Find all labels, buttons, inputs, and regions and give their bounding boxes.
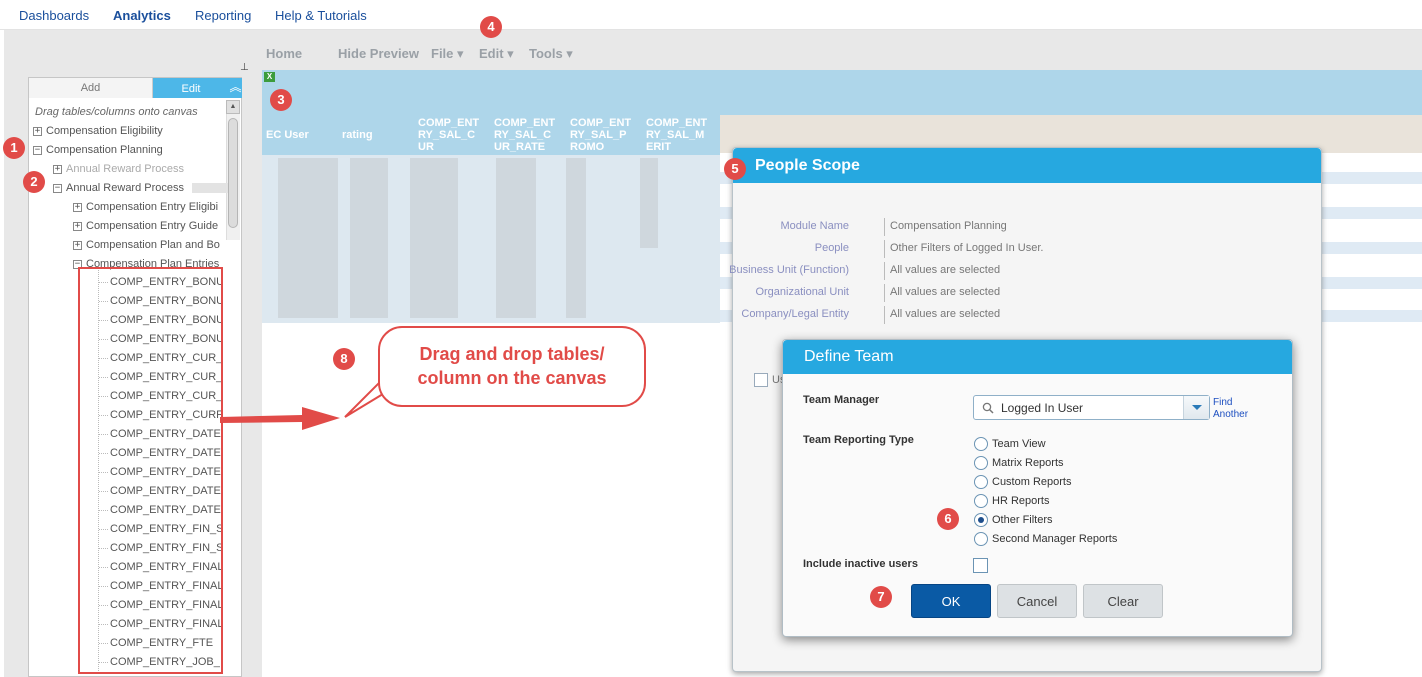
tree-item-compensation-entry-eligibility[interactable]: + Compensation Entry Eligibi (73, 201, 218, 213)
grid-header-rating[interactable]: rating (342, 115, 373, 155)
blurred-data (566, 158, 586, 318)
nav-dashboards[interactable]: Dashboards (19, 8, 89, 23)
toolbar-hide-preview[interactable]: Hide Preview (338, 46, 419, 61)
nav-help-tutorials[interactable]: Help & Tutorials (275, 8, 367, 23)
radio-matrix-reports[interactable] (974, 456, 988, 470)
expand-icon[interactable]: + (73, 240, 82, 250)
badge-6: 6 (937, 508, 959, 530)
toolbar-file-menu[interactable]: File ▾ (431, 46, 464, 62)
tree-item-compensation-entry-guide[interactable]: + Compensation Entry Guide (73, 220, 218, 232)
highlight-box (78, 267, 223, 674)
radio-label-custom-reports: Custom Reports (992, 476, 1072, 488)
ok-button[interactable]: OK (911, 584, 991, 618)
expand-icon[interactable]: + (33, 126, 42, 136)
annotation-callout: Drag and drop tables/column on the canva… (378, 326, 646, 407)
define-team-title: Define Team (783, 340, 1292, 374)
find-another-link[interactable]: Find Another (1213, 397, 1248, 421)
blurred-data (410, 158, 458, 318)
radio-other-filters[interactable] (974, 513, 988, 527)
team-reporting-type-label: Team Reporting Type (803, 434, 914, 446)
tree-item-compensation-eligibility[interactable]: + Compensation Eligibility (33, 125, 163, 137)
canvas-header-bar (262, 70, 1422, 115)
pin-icon[interactable]: ⊥ (240, 62, 249, 73)
radio-label-second-manager-reports: Second Manager Reports (992, 533, 1118, 545)
ps-row-module: Module Name Compensation Planning (733, 218, 1293, 236)
tree-group-clip: + Compensation Entry Eligibi + Compensatio… (73, 198, 223, 270)
radio-label-team-view: Team View (992, 438, 1046, 450)
dropdown-arrow-icon[interactable] (1183, 396, 1209, 419)
expand-icon[interactable]: + (73, 202, 82, 212)
badge-4: 4 (480, 16, 502, 38)
grid-header-sal-promo[interactable]: COMP_ENT RY_SAL_P ROMO (570, 115, 631, 155)
grid-header: EC User rating COMP_ENT RY_SAL_C UR COMP_E… (262, 115, 720, 155)
excel-icon[interactable]: X (264, 72, 275, 82)
badge-5: 5 (724, 158, 746, 180)
expand-icon[interactable]: + (53, 164, 62, 174)
collapse-icon[interactable]: − (33, 145, 42, 155)
grid-header-sal-cur[interactable]: COMP_ENT RY_SAL_C UR (418, 115, 479, 155)
top-navigation: Dashboards Analytics Reporting Help & Tu… (0, 0, 1422, 30)
scroll-thumb[interactable] (228, 118, 238, 228)
radio-label-hr-reports: HR Reports (992, 495, 1050, 507)
radio-hr-reports[interactable] (974, 494, 988, 508)
scroll-up-icon[interactable]: ▲ (226, 100, 240, 114)
include-inactive-label: Include inactive users (803, 558, 918, 570)
badge-7: 7 (870, 586, 892, 608)
team-manager-input[interactable]: Logged In User (973, 395, 1210, 420)
tree-item-annual-reward-process[interactable]: + Annual Reward Process (53, 163, 184, 175)
radio-team-view[interactable] (974, 437, 988, 451)
selection-strip (192, 183, 228, 193)
nav-reporting[interactable]: Reporting (195, 8, 251, 23)
collapse-icon[interactable]: − (53, 183, 62, 193)
report-toolbar: Home Hide Preview File ▾ Edit ▾ Tools ▾ (258, 40, 1418, 64)
radio-custom-reports[interactable] (974, 475, 988, 489)
badge-3: 3 (270, 89, 292, 111)
tree-item-compensation-plan-and-bonus[interactable]: + Compensation Plan and Bo (73, 239, 220, 251)
ps-row-org-unit: Organizational Unit All values are select… (733, 284, 1293, 302)
blurred-data (350, 158, 388, 318)
tree-item-compensation-planning[interactable]: − Compensation Planning (33, 144, 163, 156)
people-scope-title: People Scope (733, 148, 1321, 183)
search-icon (982, 402, 994, 414)
blurred-data (278, 158, 338, 318)
people-scope-checkbox[interactable] (754, 373, 768, 387)
ps-row-business-unit: Business Unit (Function) All values are s… (729, 262, 1293, 280)
nav-analytics[interactable]: Analytics (113, 8, 171, 23)
expand-icon[interactable]: + (73, 221, 82, 231)
grid-header-sal-merit[interactable]: COMP_ENT RY_SAL_M ERIT (646, 115, 707, 155)
grid-header-sal-cur-rate[interactable]: COMP_ENT RY_SAL_C UR_RATE (494, 115, 555, 155)
badge-1: 1 (3, 137, 25, 159)
ps-row-people: People Other Filters of Logged In User. (733, 240, 1293, 258)
toolbar-tools-menu[interactable]: Tools ▾ (529, 46, 573, 62)
team-manager-label: Team Manager (803, 394, 880, 406)
ps-row-company: Company/Legal Entity All values are selec… (733, 306, 1293, 324)
radio-label-other-filters: Other Filters (992, 514, 1053, 526)
team-manager-value: Logged In User (1001, 401, 1084, 415)
badge-2: 2 (23, 171, 45, 193)
drag-hint: Drag tables/columns onto canvas (35, 106, 198, 118)
clear-button[interactable]: Clear (1083, 584, 1163, 618)
cancel-button[interactable]: Cancel (997, 584, 1077, 618)
grid-header-ec-user[interactable]: EC User (266, 115, 309, 155)
radio-label-matrix-reports: Matrix Reports (992, 457, 1064, 469)
toolbar-edit-menu[interactable]: Edit ▾ (479, 46, 514, 62)
blurred-data (496, 158, 536, 318)
tree-item-annual-reward-process-open[interactable]: − Annual Reward Process (53, 182, 184, 194)
blurred-data (640, 158, 658, 248)
collapse-panel-icon[interactable]: ︽ (229, 78, 242, 98)
include-inactive-checkbox[interactable] (973, 558, 988, 573)
radio-second-manager-reports[interactable] (974, 532, 988, 546)
badge-8: 8 (333, 348, 355, 370)
toolbar-home[interactable]: Home (266, 46, 302, 61)
tab-edit[interactable]: Edit (153, 78, 229, 98)
tab-add[interactable]: Add (29, 78, 153, 98)
